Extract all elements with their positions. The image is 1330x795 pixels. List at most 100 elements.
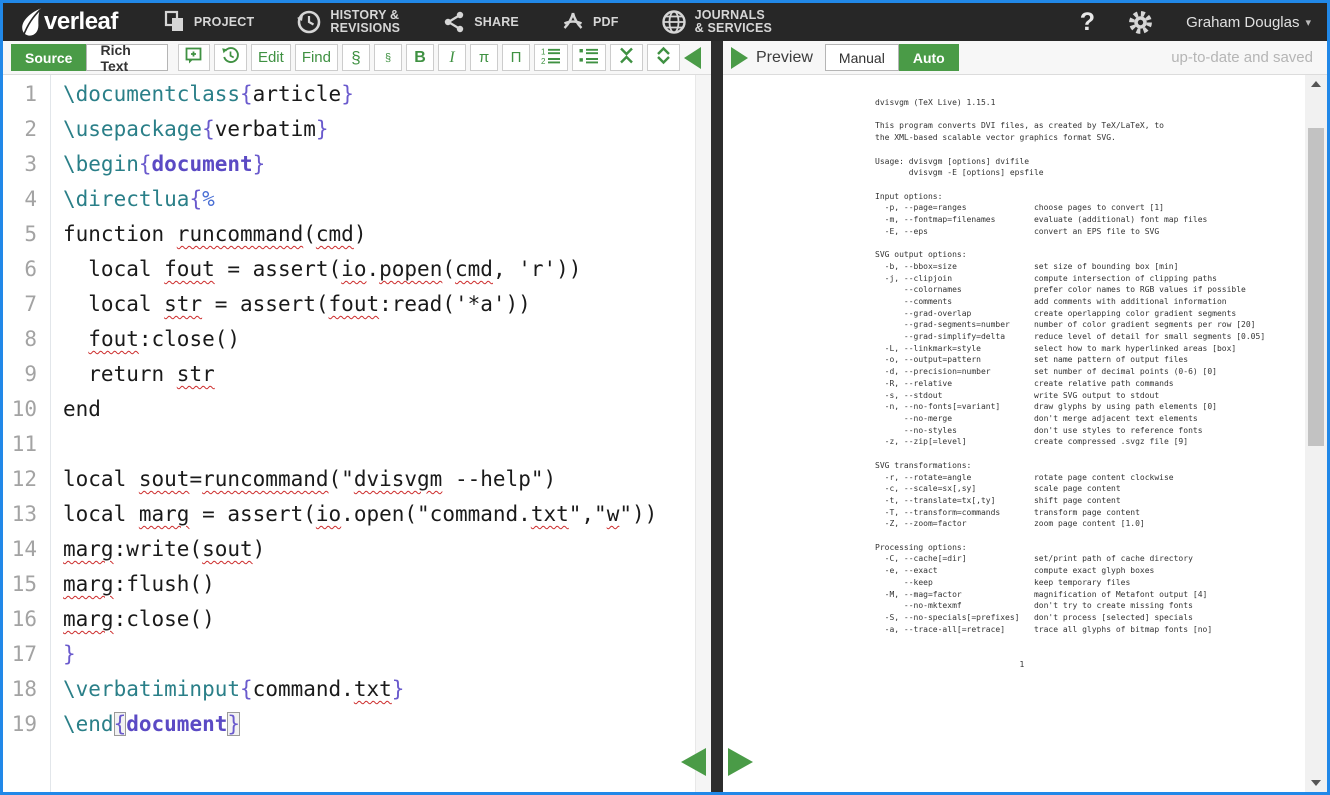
collapse-button[interactable]	[610, 44, 643, 71]
preview-pane: Preview Manual Auto up-to-date and saved…	[723, 41, 1327, 792]
nav-pdf[interactable]: PDF	[561, 10, 619, 34]
inline-math-button[interactable]: π	[470, 44, 498, 71]
editor-scrollbar[interactable]	[695, 75, 711, 792]
scroll-up-icon[interactable]	[1311, 81, 1321, 87]
mode-toggle: Source Rich Text	[11, 44, 168, 71]
pane-divider[interactable]	[711, 41, 723, 792]
pdf-scrollbar[interactable]	[1305, 75, 1327, 792]
scroll-down-icon[interactable]	[1311, 780, 1321, 786]
numbered-list-button[interactable]: 12	[534, 44, 568, 71]
pdf-scrollbar-thumb[interactable]	[1308, 128, 1324, 446]
code-line[interactable]: marg:write(sout)	[63, 532, 711, 567]
globe-icon	[661, 9, 687, 35]
italic-button[interactable]: I	[438, 44, 466, 71]
line-number: 12	[3, 462, 37, 497]
code-line[interactable]: return str	[63, 357, 711, 392]
line-number: 10	[3, 392, 37, 427]
nav-project[interactable]: PROJECT	[164, 10, 254, 34]
code-line[interactable]: \directlua{%	[63, 182, 711, 217]
pdf-viewer: dvisvgm (TeX Live) 1.15.1 This program c…	[723, 75, 1327, 792]
numbered-list-icon: 12	[541, 47, 561, 69]
code-editor[interactable]: 12345678910111213141516171819 \documentc…	[3, 75, 711, 792]
code-line[interactable]: function runcommand(cmd)	[63, 217, 711, 252]
line-number: 7	[3, 287, 37, 322]
user-menu[interactable]: Graham Douglas ▾	[1186, 14, 1311, 31]
subsection-button[interactable]: §	[374, 44, 402, 71]
find-button[interactable]: Find	[295, 44, 338, 71]
overleaf-logo[interactable]: verleaf	[19, 7, 118, 37]
preview-label: Preview	[756, 49, 813, 67]
user-name: Graham Douglas	[1186, 14, 1299, 31]
nav-pdf-label: PDF	[593, 16, 619, 29]
expand-preview-left-button[interactable]	[681, 748, 706, 776]
code-line[interactable]: \begin{document}	[63, 147, 711, 182]
nav-share[interactable]: SHARE	[442, 10, 519, 34]
manual-button[interactable]: Manual	[825, 44, 899, 71]
expand-button[interactable]	[647, 44, 680, 71]
line-number: 16	[3, 602, 37, 637]
caret-down-icon: ▾	[1305, 16, 1311, 29]
run-preview-icon[interactable]	[731, 47, 748, 69]
bold-button[interactable]: B	[406, 44, 434, 71]
settings-gear-icon[interactable]	[1127, 9, 1154, 36]
edit-button[interactable]: Edit	[251, 44, 291, 71]
nav-share-label: SHARE	[474, 16, 519, 29]
code-line[interactable]: marg:flush()	[63, 567, 711, 602]
display-math-button[interactable]: Π	[502, 44, 530, 71]
logo-text: verleaf	[44, 8, 118, 36]
rich-text-button[interactable]: Rich Text	[86, 44, 167, 71]
code-line[interactable]: \end{document}	[63, 707, 711, 742]
code-line[interactable]: \verbatiminput{command.txt}	[63, 672, 711, 707]
nav-project-label: PROJECT	[194, 16, 254, 29]
nav-history-revisions[interactable]: HISTORY & REVISIONS	[296, 9, 400, 35]
editor-code[interactable]: \documentclass{article}\usepackage{verba…	[51, 75, 711, 792]
svg-text:2: 2	[541, 57, 546, 65]
collapse-editor-pane-button[interactable]	[684, 47, 701, 69]
code-line[interactable]: local marg = assert(io.open("command.txt…	[63, 497, 711, 532]
code-line[interactable]: \usepackage{verbatim}	[63, 112, 711, 147]
line-number: 19	[3, 707, 37, 742]
line-number: 2	[3, 112, 37, 147]
code-line[interactable]: \documentclass{article}	[63, 77, 711, 112]
leaf-icon	[19, 7, 43, 37]
section-button[interactable]: §	[342, 44, 370, 71]
line-number: 3	[3, 147, 37, 182]
compile-mode-toggle: Manual Auto	[825, 44, 959, 71]
line-number: 4	[3, 182, 37, 217]
editor-gutter: 12345678910111213141516171819	[3, 75, 51, 792]
code-line[interactable]: end	[63, 392, 711, 427]
add-comment-button[interactable]	[178, 44, 210, 71]
line-number: 5	[3, 217, 37, 252]
code-line[interactable]: fout:close()	[63, 322, 711, 357]
expand-icon	[654, 46, 673, 69]
expand-preview-right-button[interactable]	[728, 748, 753, 776]
editor-pane: Source Rich Text EditFind§§BIπΠ12 123456…	[3, 41, 711, 792]
compile-status: up-to-date and saved	[1171, 49, 1319, 66]
collapse-icon	[617, 46, 636, 69]
code-line[interactable]: local sout=runcommand("dvisvgm --help")	[63, 462, 711, 497]
history-clock-icon	[296, 9, 322, 35]
history-button[interactable]	[214, 44, 247, 71]
svg-text:1: 1	[541, 47, 546, 56]
code-line[interactable]: }	[63, 637, 711, 672]
code-line[interactable]: marg:close()	[63, 602, 711, 637]
code-line[interactable]: local fout = assert(io.popen(cmd, 'r'))	[63, 252, 711, 287]
source-button[interactable]: Source	[11, 44, 86, 71]
editor-toolbar: Source Rich Text EditFind§§BIπΠ12	[3, 41, 711, 75]
share-nodes-icon	[442, 10, 466, 34]
line-number: 6	[3, 252, 37, 287]
app-header: verleaf PROJECT HISTORY & REVISIONS	[3, 3, 1327, 41]
bullet-list-button[interactable]	[572, 44, 606, 71]
line-number: 11	[3, 427, 37, 462]
auto-button[interactable]: Auto	[899, 44, 959, 71]
editor-toolbar-buttons: EditFind§§BIπΠ12	[178, 44, 680, 71]
pdf-text: dvisvgm (TeX Live) 1.15.1 This program c…	[875, 97, 1265, 670]
line-number: 18	[3, 672, 37, 707]
nav-journals-services[interactable]: JOURNALS & SERVICES	[661, 9, 773, 35]
project-copy-icon	[164, 10, 186, 34]
code-line[interactable]: local str = assert(fout:read('*a'))	[63, 287, 711, 322]
help-button[interactable]: ?	[1080, 8, 1095, 37]
line-number: 13	[3, 497, 37, 532]
code-line[interactable]	[63, 427, 711, 462]
line-number: 17	[3, 637, 37, 672]
